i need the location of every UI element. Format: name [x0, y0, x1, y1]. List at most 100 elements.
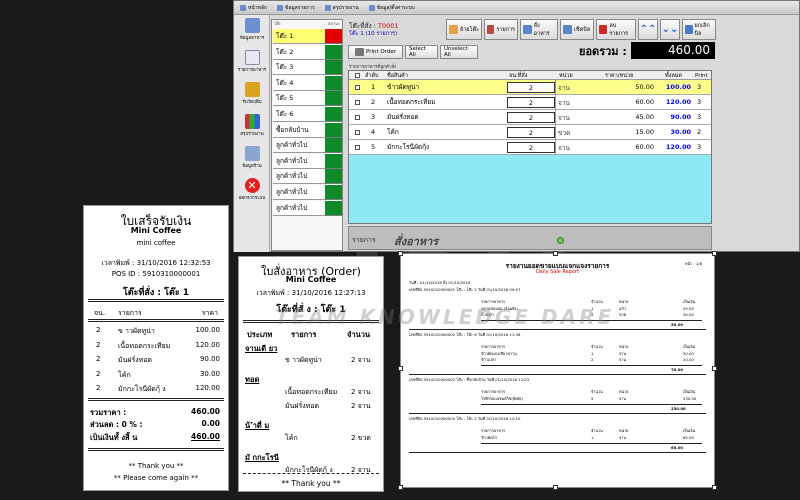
table-list: โต๊ะ สถานะ โต๊ะ 1 โต๊ะ 2 โต๊ะ 3 โต๊ะ 4 โต๊ะ 5… [271, 19, 343, 264]
resize-handle[interactable] [712, 366, 717, 371]
row-checkbox[interactable] [355, 80, 360, 94]
row-qty[interactable]: 2 [507, 82, 555, 93]
row-price: 50.00 [635, 83, 654, 91]
order-subtitle: โต๊ะ 1 (10 รายการ) [349, 31, 398, 37]
tab-settings[interactable]: ข้อมูล/ตั้งค่าระบบ [368, 4, 415, 12]
row-no: 4 [371, 128, 376, 136]
col-price: ราคา/หน่วย [605, 72, 634, 79]
table-item[interactable]: โต๊ะ 1 [273, 29, 325, 44]
row-qty[interactable]: 2 [507, 97, 555, 108]
grid-row[interactable]: 4 โค้ก 2 ขวด 15.00 30.00 2 [349, 125, 711, 140]
nav-summary[interactable]: สรุปรายงาน [236, 113, 268, 143]
nav-logout[interactable]: ✕ ออกจากระบบ [236, 177, 268, 207]
receipt-come-again: ** Please come again ** [113, 474, 199, 482]
delete-items-button[interactable]: ลบรายการ [596, 19, 636, 40]
bill-line: น้ำเปล่า [481, 312, 494, 317]
bar-chart-icon [244, 114, 260, 129]
resize-handle[interactable] [398, 485, 403, 490]
slip-group-type: จานเดี ยว [245, 344, 278, 353]
net-label: เป็นเงินทั้ งสิ้ น [90, 433, 138, 442]
header-checkbox[interactable] [355, 71, 360, 80]
resize-handle[interactable] [712, 251, 717, 256]
daily-sale-report: รายงานยอดขายแบบแจกแจงรายการ Daily Sale R… [398, 251, 717, 490]
table-item[interactable]: โต๊ะ 3 [273, 60, 325, 76]
table-item[interactable]: ลูกค้าทั่วไป [273, 200, 325, 216]
bill-line: 30.00 [683, 312, 694, 317]
bottom-bar: รายการ สั่งอาหาร [348, 226, 712, 250]
select-all-button[interactable]: Select All [405, 45, 438, 59]
col-price: ราคา [201, 309, 218, 317]
grid-row[interactable]: 2 เนื้อทอดกระเทียม 2 จาน 60.00 120.00 3 [349, 95, 711, 110]
move-up-button[interactable]: ⌃⌃ [638, 19, 658, 40]
divider [88, 319, 224, 322]
print-order-button[interactable]: Print Order [348, 45, 403, 59]
row-qty[interactable]: 2 [507, 112, 555, 123]
resize-handle[interactable] [557, 237, 564, 244]
grid-row[interactable]: 1 ข้าวผัดทูน่า 2 จาน 50.00 100.00 3 [349, 80, 711, 95]
move-table-button[interactable]: ย้ายโต๊ะ [446, 19, 482, 40]
item-price: 120.00 [195, 340, 221, 349]
tab-report[interactable]: สรุปรายงาน [324, 4, 359, 12]
table-item[interactable]: ลูกค้าทั่วไป [273, 153, 325, 169]
receipt: ใบเสร็จรับเงิน Mini Coffee mini coffee เ… [83, 205, 229, 491]
col-print: Print [695, 72, 708, 79]
close-icon: ✕ [244, 178, 260, 193]
row-no: 3 [371, 113, 376, 121]
row-checkbox[interactable] [355, 140, 360, 154]
move-down-button[interactable]: ⌄⌄ [660, 19, 680, 40]
bill-line: 2 [591, 357, 594, 362]
list-icon [487, 25, 495, 34]
order-food-button[interactable]: สั่งอาหาร [520, 19, 558, 40]
table-item[interactable]: โต๊ะ 5 [273, 91, 325, 107]
bill-col: เป็นเงิน [683, 299, 696, 304]
resize-handle[interactable] [398, 366, 403, 371]
chevron-up-icon: ⌃⌃ [639, 24, 657, 35]
slip-thanks: ** Thank you ** [281, 479, 341, 488]
delete-icon [599, 25, 608, 34]
nav-receive[interactable]: รับวัตถุดิบ [236, 81, 268, 111]
nav-food-data[interactable]: ข้อมูลอาหาร [236, 17, 268, 47]
bill-separator [409, 413, 706, 414]
table-item[interactable]: โต๊ะ 4 [273, 75, 325, 91]
row-checkbox[interactable] [355, 110, 360, 124]
resize-handle[interactable] [553, 485, 558, 490]
slip-item-name: เนื้อทอดกระเทียม [285, 388, 338, 396]
total-label: รวมราคา : [90, 408, 127, 417]
check-bill-button[interactable]: เช็คบิล [560, 19, 594, 40]
divider [243, 320, 379, 323]
nav-shop[interactable]: ข้อมูลร้าน [236, 145, 268, 175]
tab-home[interactable]: หน้าหลัก [240, 4, 267, 12]
row-checkbox[interactable] [355, 125, 360, 139]
resize-handle[interactable] [398, 251, 403, 256]
slip-table: โต๊ะที่สั่ ง : โต๊ะ 1 [276, 305, 346, 315]
bill-head: เลขที่บิล 5910010000001 โต๊ะ : โต๊ะ 2 วั… [409, 287, 521, 292]
row-qty[interactable]: 2 [507, 142, 555, 153]
row-net: 100.00 [665, 83, 691, 91]
grid-row[interactable]: 3 มันฝรั่งทอด 2 จาน 45.00 90.00 3 [349, 110, 711, 125]
table-item[interactable]: ลูกค้าทั่วไป [273, 185, 325, 200]
list-icon [276, 4, 283, 11]
row-checkbox[interactable] [355, 95, 360, 109]
col-name: ชื่อสินค้า [387, 72, 408, 79]
slip-shop: Mini Coffee [285, 275, 337, 284]
slip-item-name: มันฝรั่งทอด [285, 402, 320, 410]
resize-handle[interactable] [712, 485, 717, 490]
row-qty[interactable]: 2 [507, 127, 555, 138]
nav-food-list[interactable]: รายการอาหาร [236, 49, 268, 79]
report-subtitle: Daily Sale Report [535, 269, 580, 275]
row-name: เนื้อทอดกระเทียม [387, 98, 436, 106]
unselect-all-button[interactable]: Unselect All [440, 45, 478, 59]
table-item[interactable]: โต๊ะ 6 [273, 107, 325, 122]
item-name: เนื้อทอดกระเทียม [118, 341, 171, 350]
table-item[interactable]: ลูกค้าทั่วไป [273, 138, 325, 154]
table-item[interactable]: ลูกค้าทั่วไป [273, 169, 325, 185]
cancel-bill-button[interactable]: ยกเลิกบิล [682, 19, 716, 40]
bill-line: 1 [591, 306, 594, 311]
grid-row[interactable]: 5 มักกะโรนีผัดกุ้ง 2 จาน 60.00 120.00 3 [349, 140, 711, 155]
tab-data[interactable]: ข้อมูลรายการ [276, 4, 315, 12]
items-button[interactable]: รายการ [484, 19, 518, 40]
receipt-print-time: เวลาพิมพ์ : 31/10/2016 12:32:53 [101, 259, 211, 267]
table-item[interactable]: ซื้อกลับบ้าน [273, 122, 325, 138]
resize-handle[interactable] [553, 251, 558, 256]
table-item[interactable]: โต๊ะ 2 [273, 44, 325, 60]
